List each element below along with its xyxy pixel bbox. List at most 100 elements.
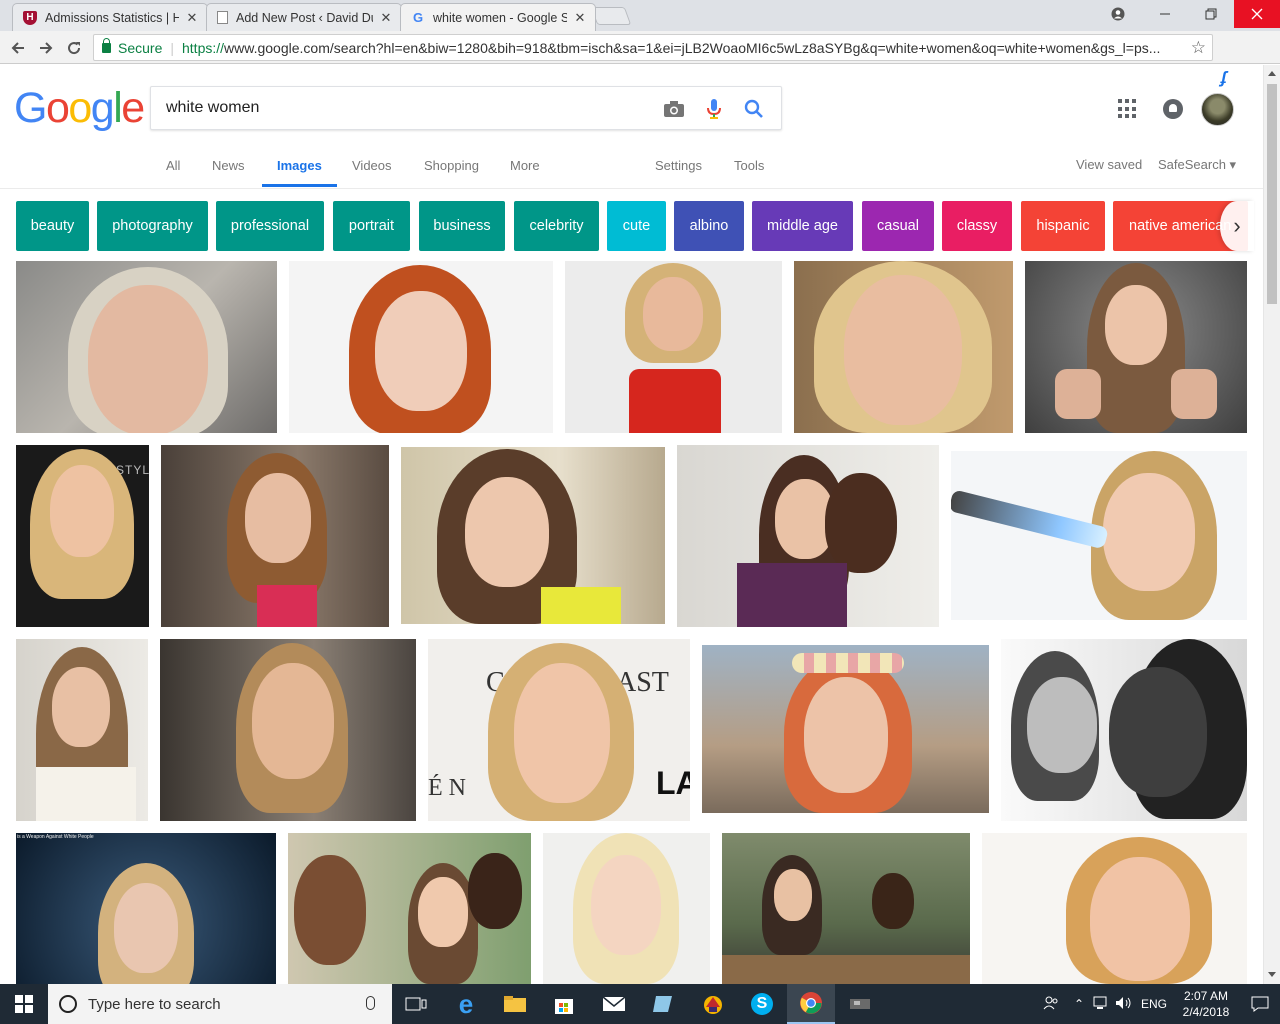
image-result[interactable] bbox=[982, 833, 1247, 984]
close-tab-icon[interactable]: ✕ bbox=[379, 10, 393, 26]
google-logo[interactable]: Google bbox=[14, 84, 145, 132]
browser-tab-add-post[interactable]: Add New Post ‹ David Du ✕ bbox=[206, 3, 402, 31]
tab-shopping[interactable]: Shopping bbox=[424, 158, 479, 173]
notes-app-icon[interactable] bbox=[639, 984, 687, 1024]
network-icon[interactable] bbox=[1090, 996, 1112, 1013]
image-result[interactable] bbox=[794, 261, 1013, 433]
tab-images[interactable]: Images bbox=[277, 158, 322, 173]
extension-icon[interactable]: ʄ bbox=[1221, 68, 1239, 88]
secure-indicator[interactable]: Secure bbox=[102, 37, 162, 56]
clock[interactable]: 2:07 AM 2/4/2018 bbox=[1172, 988, 1240, 1020]
tab-more[interactable]: More bbox=[510, 158, 540, 173]
tab-news[interactable]: News bbox=[212, 158, 245, 173]
tab-tools[interactable]: Tools bbox=[734, 158, 764, 173]
address-bar[interactable]: Secure | https:// www.google.com/search?… bbox=[93, 34, 1213, 61]
image-result[interactable]: is a Weapon Against White People bbox=[16, 833, 276, 984]
close-tab-icon[interactable]: ✕ bbox=[185, 10, 199, 26]
chip-portrait[interactable]: portrait bbox=[333, 201, 410, 251]
app-icon[interactable] bbox=[836, 984, 884, 1024]
image-result[interactable] bbox=[16, 261, 277, 433]
restore-icon[interactable] bbox=[1188, 0, 1234, 28]
tab-title: Add New Post ‹ David Du bbox=[236, 10, 373, 25]
back-icon[interactable] bbox=[6, 36, 30, 60]
search-icon[interactable] bbox=[741, 96, 767, 122]
image-result[interactable] bbox=[401, 447, 665, 624]
edge-icon[interactable]: e bbox=[442, 984, 490, 1024]
chevron-up-icon[interactable]: ⌃ bbox=[1068, 997, 1090, 1011]
url-text: www.google.com/search?hl=en&biw=1280&bih… bbox=[224, 39, 1161, 56]
skype-icon[interactable]: S bbox=[738, 984, 786, 1024]
google-apps-icon[interactable] bbox=[1118, 99, 1138, 119]
minimize-icon[interactable] bbox=[1142, 0, 1188, 28]
tab-strip: H Admissions Statistics | Ha ✕ Add New P… bbox=[0, 0, 1280, 31]
tab-settings[interactable]: Settings bbox=[655, 158, 702, 173]
safesearch-menu[interactable]: SafeSearch bbox=[1158, 157, 1236, 173]
view-saved-link[interactable]: View saved bbox=[1076, 157, 1142, 172]
scroll-down-icon[interactable] bbox=[1268, 972, 1276, 977]
input-language[interactable]: ENG bbox=[1136, 997, 1172, 1011]
image-result[interactable] bbox=[702, 645, 989, 813]
browser-tab-admissions[interactable]: H Admissions Statistics | Ha ✕ bbox=[12, 3, 208, 31]
action-center-icon[interactable] bbox=[1240, 996, 1280, 1012]
tab-all[interactable]: All bbox=[166, 158, 180, 173]
image-result[interactable] bbox=[722, 833, 970, 984]
chip-albino[interactable]: albino bbox=[674, 201, 744, 251]
close-window-icon[interactable] bbox=[1234, 0, 1280, 28]
search-input[interactable] bbox=[166, 97, 646, 119]
file-explorer-icon[interactable] bbox=[491, 984, 539, 1024]
search-box bbox=[150, 86, 782, 130]
image-result[interactable] bbox=[289, 261, 553, 433]
volume-icon[interactable] bbox=[1112, 996, 1136, 1013]
chip-beauty[interactable]: beauty bbox=[16, 201, 89, 251]
chip-celebrity[interactable]: celebrity bbox=[514, 201, 599, 251]
microphone-icon[interactable] bbox=[701, 96, 727, 122]
new-tab-button[interactable] bbox=[590, 7, 632, 25]
chip-business[interactable]: business bbox=[419, 201, 505, 251]
page-scrollbar[interactable] bbox=[1263, 65, 1280, 984]
scroll-up-icon[interactable] bbox=[1268, 71, 1276, 76]
app-icon[interactable] bbox=[689, 984, 737, 1024]
reload-icon[interactable] bbox=[62, 36, 86, 60]
camera-icon[interactable] bbox=[661, 96, 687, 122]
chip-professional[interactable]: professional bbox=[216, 201, 324, 251]
clock-time: 2:07 AM bbox=[1183, 989, 1229, 1003]
task-view-icon[interactable] bbox=[392, 984, 440, 1024]
windows-start-icon[interactable] bbox=[0, 984, 48, 1024]
mail-icon[interactable] bbox=[590, 984, 638, 1024]
chip-classy[interactable]: classy bbox=[942, 201, 1012, 251]
chrome-icon[interactable] bbox=[787, 984, 835, 1024]
image-result[interactable] bbox=[543, 833, 710, 984]
chip-middle-age[interactable]: middle age bbox=[752, 201, 853, 251]
image-result[interactable] bbox=[16, 639, 148, 821]
image-result[interactable] bbox=[161, 445, 389, 627]
page-icon bbox=[217, 11, 228, 24]
store-icon[interactable] bbox=[540, 984, 588, 1024]
browser-tab-google[interactable]: G white women - Google S ✕ bbox=[400, 3, 596, 31]
scrollbar-thumb[interactable] bbox=[1267, 84, 1277, 304]
image-result[interactable] bbox=[1001, 639, 1247, 821]
image-result[interactable] bbox=[1025, 261, 1247, 433]
profile-icon[interactable] bbox=[1095, 0, 1141, 28]
microphone-icon[interactable] bbox=[366, 996, 375, 1010]
chip-hispanic[interactable]: hispanic bbox=[1021, 201, 1105, 251]
image-result[interactable] bbox=[677, 445, 939, 627]
image-result[interactable]: C AST É N LA bbox=[428, 639, 690, 821]
image-result[interactable]: STYL bbox=[16, 445, 149, 627]
people-icon[interactable] bbox=[1034, 995, 1068, 1014]
taskbar-search-box[interactable]: Type here to search bbox=[48, 984, 392, 1024]
image-result[interactable] bbox=[288, 833, 531, 984]
forward-icon[interactable] bbox=[34, 36, 58, 60]
chip-casual[interactable]: casual bbox=[862, 201, 934, 251]
chip-cute[interactable]: cute bbox=[607, 201, 666, 251]
chevron-right-icon[interactable]: › bbox=[1220, 201, 1254, 251]
chip-photography[interactable]: photography bbox=[97, 201, 208, 251]
close-tab-icon[interactable]: ✕ bbox=[573, 10, 587, 26]
logo-letter: G bbox=[14, 84, 47, 132]
bookmark-star-icon[interactable]: ☆ bbox=[1186, 38, 1206, 58]
image-result[interactable] bbox=[951, 451, 1247, 620]
account-avatar[interactable] bbox=[1201, 93, 1234, 126]
notifications-icon[interactable] bbox=[1163, 99, 1183, 119]
image-result[interactable] bbox=[160, 639, 416, 821]
tab-videos[interactable]: Videos bbox=[352, 158, 392, 173]
image-result[interactable] bbox=[565, 261, 782, 433]
